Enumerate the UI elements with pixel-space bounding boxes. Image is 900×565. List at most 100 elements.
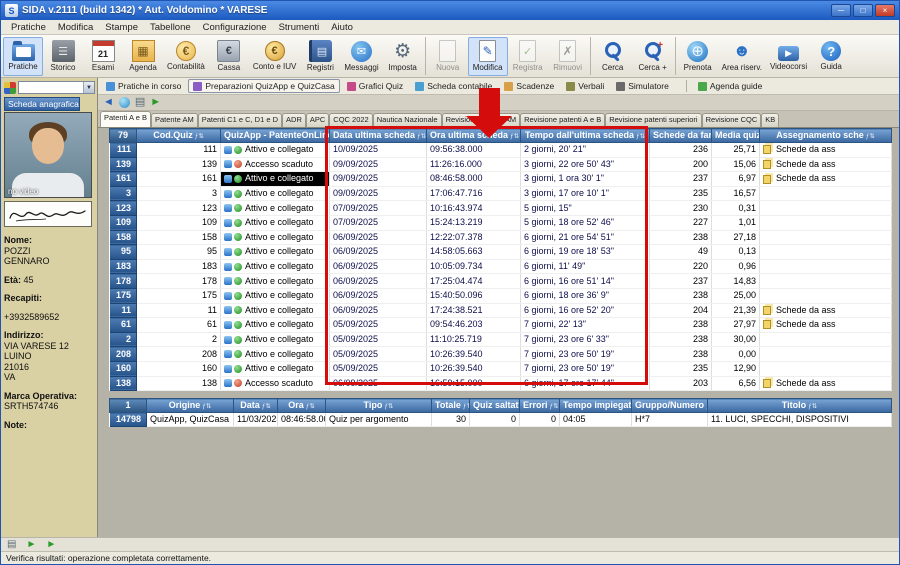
verbali-tab[interactable]: Verbali bbox=[561, 79, 609, 93]
pratiche-in-corso-tab[interactable]: Pratiche in corso bbox=[101, 79, 186, 93]
column-header-totale[interactable]: Totaleƒ⇅ bbox=[432, 399, 470, 413]
menu-item-tabellone[interactable]: Tabellone bbox=[144, 22, 197, 33]
globe-small-icon[interactable] bbox=[119, 97, 130, 108]
tab-apc[interactable]: APC bbox=[306, 113, 329, 127]
column-header-quizapp-patenteonline[interactable]: QuizApp - PatenteOnLineƒ⇅ bbox=[221, 129, 330, 143]
table-row[interactable]: 111111Attivo e collegato10/09/202509:56:… bbox=[110, 143, 892, 158]
cassa-button[interactable]: Cassa bbox=[209, 37, 249, 76]
registri-button[interactable]: Registri bbox=[300, 37, 340, 76]
agenda-button[interactable]: Agenda bbox=[123, 37, 163, 76]
table-row[interactable]: 139139Accesso scaduto09/09/202511:26:16.… bbox=[110, 157, 892, 172]
column-header-assegnamento-sche[interactable]: Assegnamento scheƒ⇅ bbox=[760, 129, 892, 143]
column-header-gruppo-numero[interactable]: Gruppo/Numeroƒ⇅ bbox=[632, 399, 708, 413]
row-number-cell[interactable]: 95 bbox=[110, 245, 137, 260]
menu-item-modifica[interactable]: Modifica bbox=[52, 22, 99, 33]
column-header-media-quiz-generale[interactable]: Media quiz generaleƒ⇅ bbox=[712, 129, 760, 143]
table-row[interactable]: 9595Attivo e collegato06/09/202514:58:05… bbox=[110, 245, 892, 260]
pratiche-button[interactable]: Pratiche bbox=[3, 37, 43, 76]
row-number-cell[interactable]: 139 bbox=[110, 157, 137, 172]
row-number-cell[interactable]: 61 bbox=[110, 318, 137, 333]
send-icon[interactable]: ► bbox=[26, 540, 36, 550]
tab-nautica-nazionale[interactable]: Nautica Nazionale bbox=[373, 113, 442, 127]
tab-revisione-patenti-superiori[interactable]: Revisione patenti superiori bbox=[605, 113, 701, 127]
pinwheel-icon[interactable] bbox=[4, 82, 16, 94]
table-row[interactable]: 161161Attivo e collegato09/09/202508:46:… bbox=[110, 172, 892, 187]
imposta-button[interactable]: Imposta bbox=[383, 37, 423, 76]
table-row[interactable]: 1111Attivo e collegato06/09/202517:24:38… bbox=[110, 303, 892, 318]
simulatore-tab[interactable]: Simulatore bbox=[611, 79, 674, 93]
table-row[interactable]: 109109Attivo e collegato07/09/202515:24:… bbox=[110, 215, 892, 230]
scadenze-tab[interactable]: Scadenze bbox=[499, 79, 559, 93]
cerca-button[interactable]: +Cerca + bbox=[633, 37, 673, 76]
tab-patenti-c1-e-c-d1-e-d[interactable]: Patenti C1 e C, D1 e D bbox=[198, 113, 282, 127]
messaggi-button[interactable]: Messaggi bbox=[340, 37, 382, 76]
grafici-quiz-tab[interactable]: Grafici Quiz bbox=[342, 79, 408, 93]
forward-icon[interactable]: ► bbox=[150, 97, 161, 108]
maximize-button[interactable]: □ bbox=[853, 4, 873, 17]
videocorsi-button[interactable]: Videocorsi bbox=[766, 37, 811, 76]
column-header-quiz-saltati[interactable]: Quiz saltatiƒ⇅ bbox=[470, 399, 520, 413]
column-header-errori[interactable]: Erroriƒ⇅ bbox=[520, 399, 560, 413]
table-row[interactable]: 158158Attivo e collegato06/09/202512:22:… bbox=[110, 230, 892, 245]
tab-patente-am[interactable]: Patente AM bbox=[151, 113, 198, 127]
menu-item-strumenti[interactable]: Strumenti bbox=[273, 22, 326, 33]
close-button[interactable]: × bbox=[875, 4, 895, 17]
profile-combo[interactable]: ▼ bbox=[18, 81, 95, 94]
table-row[interactable]: 22Attivo e collegato05/09/202511:10:25.7… bbox=[110, 332, 892, 347]
table-row[interactable]: 208208Attivo e collegato05/09/202510:26:… bbox=[110, 347, 892, 362]
column-header-ora-ultima-scheda[interactable]: Ora ultima schedaƒ⇅ bbox=[427, 129, 521, 143]
row-number-cell[interactable]: 11 bbox=[110, 303, 137, 318]
row-number-cell[interactable]: 3 bbox=[110, 186, 137, 201]
forward-green-icon[interactable]: ► bbox=[46, 540, 56, 550]
row-number-cell[interactable]: 175 bbox=[110, 288, 137, 303]
menu-item-stampe[interactable]: Stampe bbox=[99, 22, 144, 33]
column-header-tipo[interactable]: Tipoƒ⇅ bbox=[326, 399, 432, 413]
table-row[interactable]: 138138Accesso scaduto06/09/202516:59:15.… bbox=[110, 376, 892, 391]
table-row[interactable]: 123123Attivo e collegato07/09/202510:16:… bbox=[110, 201, 892, 216]
table-row[interactable]: 160160Attivo e collegato05/09/202510:26:… bbox=[110, 361, 892, 376]
guida-button[interactable]: Guida bbox=[811, 37, 851, 76]
row-number-cell[interactable]: 2 bbox=[110, 332, 137, 347]
sidebar-panel-title[interactable]: Scheda anagrafica bbox=[4, 97, 80, 111]
contabilit-button[interactable]: Contabilità bbox=[163, 37, 209, 76]
column-header-tempo-dall-ultima-scheda[interactable]: Tempo dall'ultima schedaƒ⇅ bbox=[521, 129, 650, 143]
tab-revisione-cqc[interactable]: Revisione CQC bbox=[702, 113, 762, 127]
back-icon[interactable]: ◄ bbox=[103, 97, 114, 108]
table-row[interactable]: 6161Attivo e collegato05/09/202509:54:46… bbox=[110, 318, 892, 333]
agenda-guide-tab[interactable]: Agenda guide bbox=[693, 79, 767, 93]
modifica-button[interactable]: Modifica bbox=[468, 37, 508, 76]
row-number-cell[interactable]: 178 bbox=[110, 274, 137, 289]
row-number-cell[interactable]: 123 bbox=[110, 201, 137, 216]
conto-e-iuv-button[interactable]: Conto e IUV bbox=[249, 37, 301, 76]
tab-adr[interactable]: ADR bbox=[282, 113, 306, 127]
row-number-cell[interactable]: 183 bbox=[110, 259, 137, 274]
tab-patenti-a-e-b[interactable]: Patenti A e B bbox=[100, 111, 151, 127]
table-row[interactable]: 178178Attivo e collegato06/09/202517:25:… bbox=[110, 274, 892, 289]
row-number-cell[interactable]: 160 bbox=[110, 361, 137, 376]
row-number-cell[interactable]: 208 bbox=[110, 347, 137, 362]
row-number-cell[interactable]: 138 bbox=[110, 376, 137, 391]
row-number-cell[interactable]: 111 bbox=[110, 143, 137, 158]
area-riserv-button[interactable]: Area riserv. bbox=[718, 37, 766, 76]
row-number-cell[interactable]: 109 bbox=[110, 215, 137, 230]
menu-item-aiuto[interactable]: Aiuto bbox=[325, 22, 359, 33]
scheda-contabile-tab[interactable]: Scheda contabile bbox=[410, 79, 497, 93]
tab-revisione-patenti-am[interactable]: Revisione patenti AM bbox=[442, 113, 520, 127]
row-number-cell[interactable]: 158 bbox=[110, 230, 137, 245]
column-header-schede-da-fare[interactable]: Schede da fareƒ⇅ bbox=[650, 129, 712, 143]
minimize-button[interactable]: ─ bbox=[831, 4, 851, 17]
menu-item-configurazione[interactable]: Configurazione bbox=[197, 22, 273, 33]
column-header-data-ultima-scheda[interactable]: Data ultima schedaƒ⇅ bbox=[330, 129, 427, 143]
row-number-cell[interactable]: 14798 bbox=[110, 413, 147, 427]
prenota-button[interactable]: Prenota bbox=[678, 37, 718, 76]
table-row[interactable]: 14798QuizApp, QuizCasa11/03/202508:46:58… bbox=[110, 413, 892, 427]
menu-item-pratiche[interactable]: Pratiche bbox=[5, 22, 52, 33]
table-row[interactable]: 33Attivo e collegato09/09/202517:06:47.7… bbox=[110, 186, 892, 201]
column-header-tempo-impiegato[interactable]: Tempo impiegatoƒ⇅ bbox=[560, 399, 632, 413]
preparazioni-quizapp-e-quizcasa-tab[interactable]: Preparazioni QuizApp e QuizCasa bbox=[188, 79, 339, 93]
tab-revisione-patenti-a-e-b[interactable]: Revisione patenti A e B bbox=[520, 113, 605, 127]
tab-kb[interactable]: KB bbox=[761, 113, 779, 127]
tab-cqc-2022[interactable]: CQC 2022 bbox=[329, 113, 372, 127]
storico-button[interactable]: Storico bbox=[43, 37, 83, 76]
column-header-ora[interactable]: Oraƒ⇅ bbox=[278, 399, 326, 413]
